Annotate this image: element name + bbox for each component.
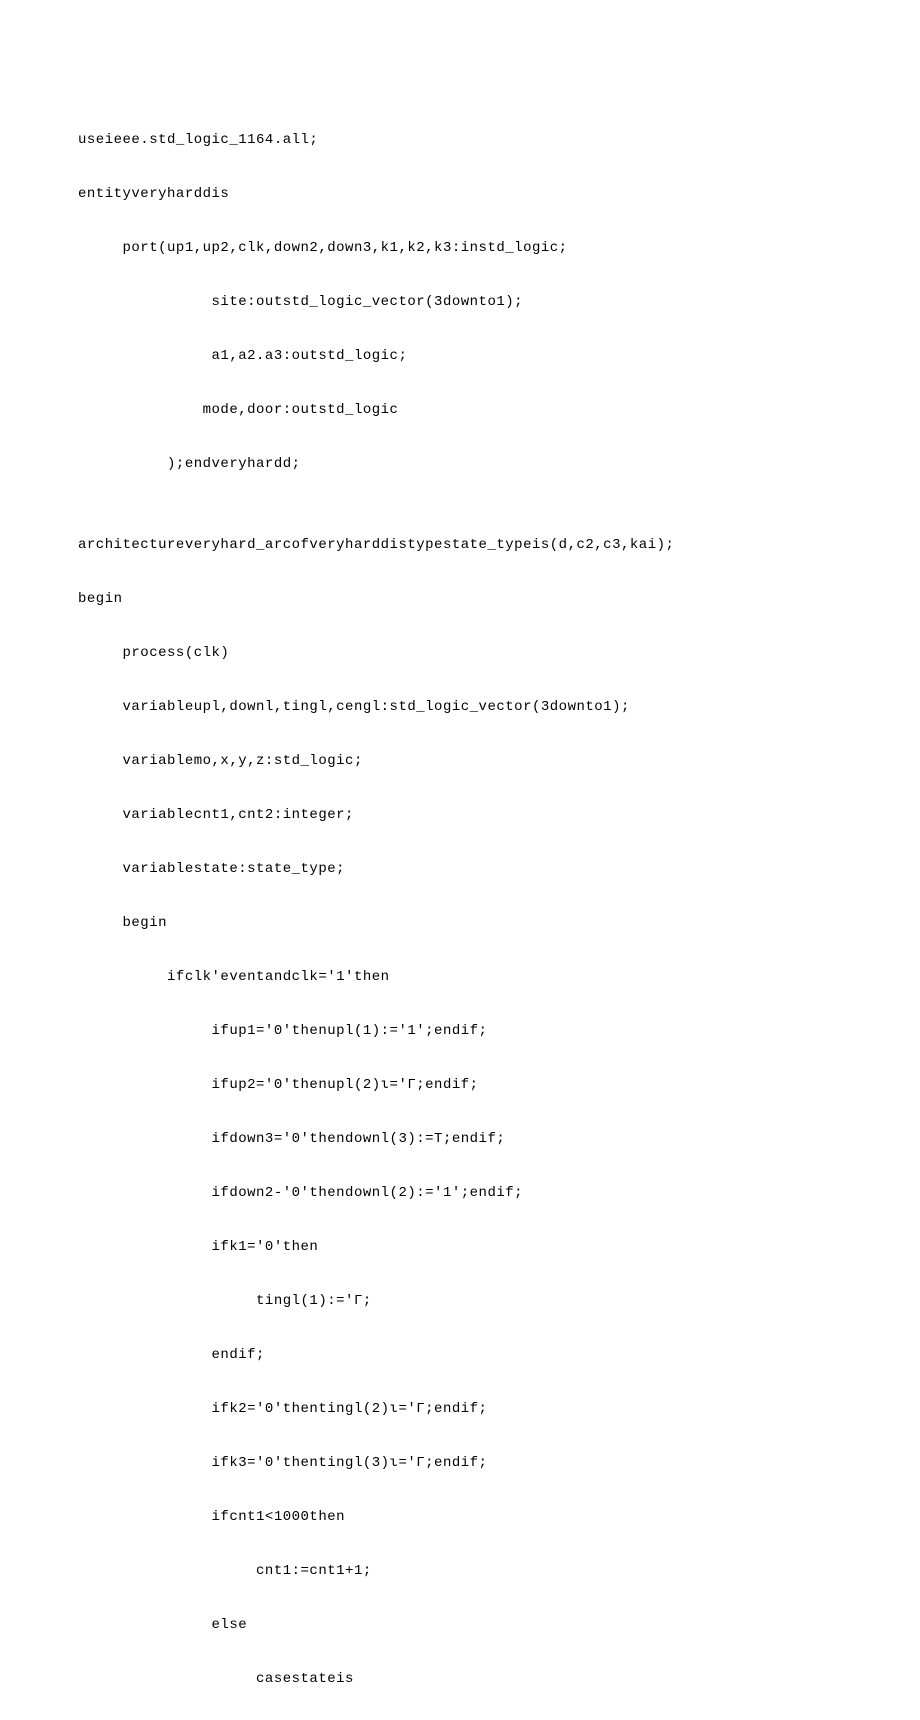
code-line: ifclk'eventandclk='1'then [78, 964, 920, 991]
code-line: ifdown3='0'thendownl(3):=T;endif; [78, 1126, 920, 1153]
code-line: port(up1,up2,clk,down2,down3,k1,k2,k3:in… [78, 235, 920, 262]
code-line: ifdown2-'0'thendownl(2):='1';endif; [78, 1180, 920, 1207]
code-line: ifcnt1<1000then [78, 1504, 920, 1531]
code-line: begin [78, 586, 920, 613]
code-line: ifk1='0'then [78, 1234, 920, 1261]
code-line: process(clk) [78, 640, 920, 667]
code-line: entityveryharddis [78, 181, 920, 208]
code-line: variablecnt1,cnt2:integer; [78, 802, 920, 829]
code-line: architectureveryhard_arcofveryharddistyp… [78, 532, 920, 559]
code-line: ifup1='0'thenupl(1):='1';endif; [78, 1018, 920, 1045]
code-line: );endveryhardd; [78, 451, 920, 478]
code-line: variableupl,downl,tingl,cengl:std_logic_… [78, 694, 920, 721]
code-line: useieee.std_logic_1164.all; [78, 127, 920, 154]
code-line: mode,door:outstd_logic [78, 397, 920, 424]
code-line: ifk3='0'thentingl(3)ι='Γ;endif; [78, 1450, 920, 1477]
code-line: cnt1:=cnt1+1; [78, 1558, 920, 1585]
code-line: begin [78, 910, 920, 937]
code-page: useieee.std_logic_1164.all; entityveryha… [0, 0, 920, 1720]
code-line: tingl(1):='Γ; [78, 1288, 920, 1315]
code-line: casestateis [78, 1666, 920, 1693]
code-line: site:outstd_logic_vector(3downto1); [78, 289, 920, 316]
code-line: else [78, 1612, 920, 1639]
code-line: variablemo,x,y,z:std_logic; [78, 748, 920, 775]
code-line: variablestate:state_type; [78, 856, 920, 883]
code-line: ifk2='0'thentingl(2)ι='Γ;endif; [78, 1396, 920, 1423]
code-line: a1,a2.a3:outstd_logic; [78, 343, 920, 370]
code-line: ifup2='0'thenupl(2)ι='Γ;endif; [78, 1072, 920, 1099]
code-line: endif; [78, 1342, 920, 1369]
